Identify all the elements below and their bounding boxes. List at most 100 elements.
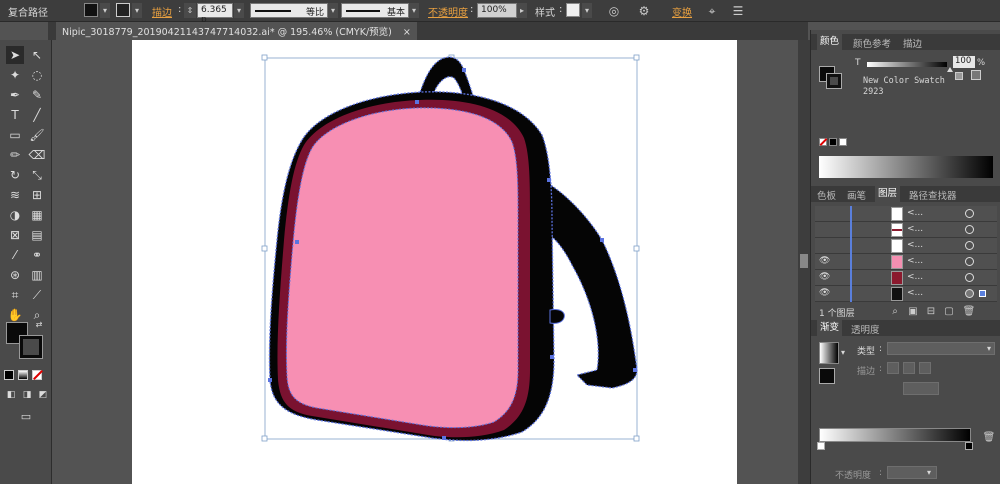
rectangle-tool-icon[interactable]: ▭ bbox=[6, 126, 24, 144]
layer-row[interactable]: <... bbox=[815, 238, 997, 254]
rotate-tool-icon[interactable]: ↻ bbox=[6, 166, 24, 184]
tab-layers[interactable]: 图层 bbox=[875, 186, 901, 202]
opacity-input[interactable]: 100% bbox=[477, 3, 517, 18]
draw-normal-icon[interactable]: ◧ bbox=[4, 388, 18, 402]
panel-stroke-swatch[interactable] bbox=[826, 73, 842, 89]
slice-tool-icon[interactable]: ⟋ bbox=[28, 286, 46, 304]
scroll-thumb[interactable] bbox=[800, 254, 808, 268]
free-transform-tool-icon[interactable]: ⊞ bbox=[28, 186, 46, 204]
target-circle-icon[interactable] bbox=[965, 241, 974, 250]
draw-inside-icon[interactable]: ◩ bbox=[36, 388, 50, 402]
eyedropper-tool-icon[interactable]: ⁄ bbox=[6, 246, 24, 264]
visibility-eye-icon[interactable]: 👁 bbox=[819, 288, 830, 298]
tint-value-input[interactable]: 100 bbox=[953, 56, 975, 68]
color-spectrum[interactable] bbox=[819, 156, 993, 178]
white-color-icon[interactable] bbox=[839, 138, 847, 146]
right-strap[interactable] bbox=[541, 179, 638, 389]
layer-row[interactable]: <... bbox=[815, 222, 997, 238]
layer-row[interactable]: 👁 <... bbox=[815, 270, 997, 286]
create-sublayer-icon[interactable]: ⊟ bbox=[923, 304, 939, 320]
column-graph-tool-icon[interactable]: ▥ bbox=[28, 266, 46, 284]
stroke-color-box[interactable] bbox=[19, 335, 43, 359]
gradient-type-dropdown-icon[interactable]: ▾ bbox=[987, 344, 991, 353]
screen-mode-icon[interactable]: ▭ bbox=[16, 408, 36, 424]
target-circle-icon[interactable] bbox=[965, 257, 974, 266]
curvature-tool-icon[interactable]: ✎ bbox=[28, 86, 46, 104]
panel-menu-icon[interactable]: ☰ bbox=[730, 3, 746, 19]
transform-label[interactable]: 变换 bbox=[672, 4, 692, 19]
backpack-front-panel[interactable] bbox=[285, 107, 519, 429]
tab-transparency[interactable]: 透明度 bbox=[851, 322, 880, 336]
recolor-artwork-icon[interactable]: ◎ bbox=[606, 3, 622, 19]
draw-behind-icon[interactable]: ◨ bbox=[20, 388, 34, 402]
tab-gradient[interactable]: 渐变 bbox=[817, 320, 843, 336]
tab-brushes[interactable]: 画笔 bbox=[847, 188, 866, 202]
layer-row[interactable]: <... bbox=[815, 206, 997, 222]
direct-selection-tool-icon[interactable]: ↖ bbox=[28, 46, 46, 64]
out-of-gamut-icon[interactable] bbox=[955, 72, 963, 80]
scale-tool-icon[interactable]: ⤡ bbox=[28, 166, 46, 184]
blend-tool-icon[interactable]: ⚭ bbox=[28, 246, 46, 264]
variable-width-profile-select[interactable]: 等比 bbox=[250, 3, 328, 18]
selection-tool-icon[interactable]: ➤ bbox=[6, 46, 24, 64]
gradient-type-select[interactable] bbox=[887, 342, 995, 355]
stroke-weight-dropdown-icon[interactable]: ▾ bbox=[234, 3, 244, 18]
profile-dropdown-icon[interactable]: ▾ bbox=[328, 3, 338, 18]
none-color-icon[interactable] bbox=[819, 138, 828, 146]
target-circle-icon[interactable] bbox=[965, 273, 974, 282]
stroke-dropdown-icon[interactable]: ▾ bbox=[132, 3, 142, 18]
selection-indicator[interactable] bbox=[979, 290, 986, 297]
tab-stroke[interactable]: 描边 bbox=[903, 36, 922, 50]
apply-gradient-across-stroke-icon[interactable] bbox=[919, 362, 931, 374]
align-icon[interactable]: ⚙ bbox=[636, 3, 652, 19]
stroke-swatch[interactable] bbox=[116, 3, 130, 17]
graphic-style-swatch[interactable] bbox=[566, 3, 580, 17]
shape-builder-tool-icon[interactable]: ◑ bbox=[6, 206, 24, 224]
target-circle-icon[interactable] bbox=[965, 209, 974, 218]
gradient-slider[interactable] bbox=[819, 428, 971, 442]
document-tab[interactable]: Nipic_3018779_20190421143747714032.ai* @… bbox=[56, 22, 417, 40]
fill-swatch[interactable] bbox=[84, 3, 98, 17]
line-tool-icon[interactable]: ╱ bbox=[28, 106, 46, 124]
locate-object-icon[interactable]: ⌕ bbox=[887, 304, 903, 320]
swap-colors-icon[interactable]: ⇄ bbox=[34, 320, 44, 330]
type-tool-icon[interactable]: T bbox=[6, 106, 24, 124]
gradient-tool-icon[interactable]: ▤ bbox=[28, 226, 46, 244]
opacity-label[interactable]: 不透明度 bbox=[428, 4, 468, 19]
visibility-eye-icon[interactable]: 👁 bbox=[819, 256, 830, 266]
tab-color[interactable]: 颜色 bbox=[817, 34, 843, 50]
artboard[interactable] bbox=[132, 40, 737, 484]
stroke-weight-label[interactable]: 描边 bbox=[152, 4, 172, 19]
apply-gradient-along-stroke-icon[interactable] bbox=[903, 362, 915, 374]
gradient-mode-icon[interactable] bbox=[18, 370, 28, 380]
gradient-fill-swatch[interactable] bbox=[819, 368, 835, 384]
backpack-artwork[interactable] bbox=[132, 40, 737, 484]
mesh-tool-icon[interactable]: ⊠ bbox=[6, 226, 24, 244]
close-tab-icon[interactable]: × bbox=[403, 27, 411, 38]
visibility-eye-icon[interactable]: 👁 bbox=[819, 272, 830, 282]
gradient-preview-dropdown-icon[interactable]: ▾ bbox=[841, 348, 845, 357]
delete-layer-icon[interactable]: 🗑 bbox=[961, 304, 977, 320]
pen-tool-icon[interactable]: ✒ bbox=[6, 86, 24, 104]
width-tool-icon[interactable]: ≋ bbox=[6, 186, 24, 204]
artboard-tool-icon[interactable]: ⌗ bbox=[6, 286, 24, 304]
brush-dropdown-icon[interactable]: ▾ bbox=[409, 3, 419, 18]
gradient-opacity-dropdown-icon[interactable]: ▾ bbox=[927, 468, 931, 477]
make-clipping-mask-icon[interactable]: ▣ bbox=[905, 304, 921, 320]
none-mode-icon[interactable] bbox=[32, 370, 43, 380]
gradient-preview[interactable] bbox=[819, 342, 839, 364]
fill-dropdown-icon[interactable]: ▾ bbox=[100, 3, 110, 18]
stroke-weight-input[interactable]: 6.365 p bbox=[197, 3, 233, 25]
magic-wand-tool-icon[interactable]: ✦ bbox=[6, 66, 24, 84]
brush-definition-select[interactable]: 基本 bbox=[341, 3, 409, 18]
symbol-sprayer-tool-icon[interactable]: ⊛ bbox=[6, 266, 24, 284]
perspective-grid-tool-icon[interactable]: ▦ bbox=[28, 206, 46, 224]
apply-gradient-within-stroke-icon[interactable] bbox=[887, 362, 899, 374]
layer-row[interactable]: 👁 <... bbox=[815, 286, 997, 302]
gradient-angle-input[interactable] bbox=[903, 382, 939, 395]
tab-color-guide[interactable]: 颜色参考 bbox=[853, 36, 891, 50]
gradient-stop-black[interactable] bbox=[965, 442, 973, 450]
isolate-icon[interactable]: ⌖ bbox=[704, 3, 720, 19]
pencil-tool-icon[interactable]: ✏ bbox=[6, 146, 24, 164]
delete-stop-icon[interactable]: 🗑 bbox=[981, 430, 997, 446]
